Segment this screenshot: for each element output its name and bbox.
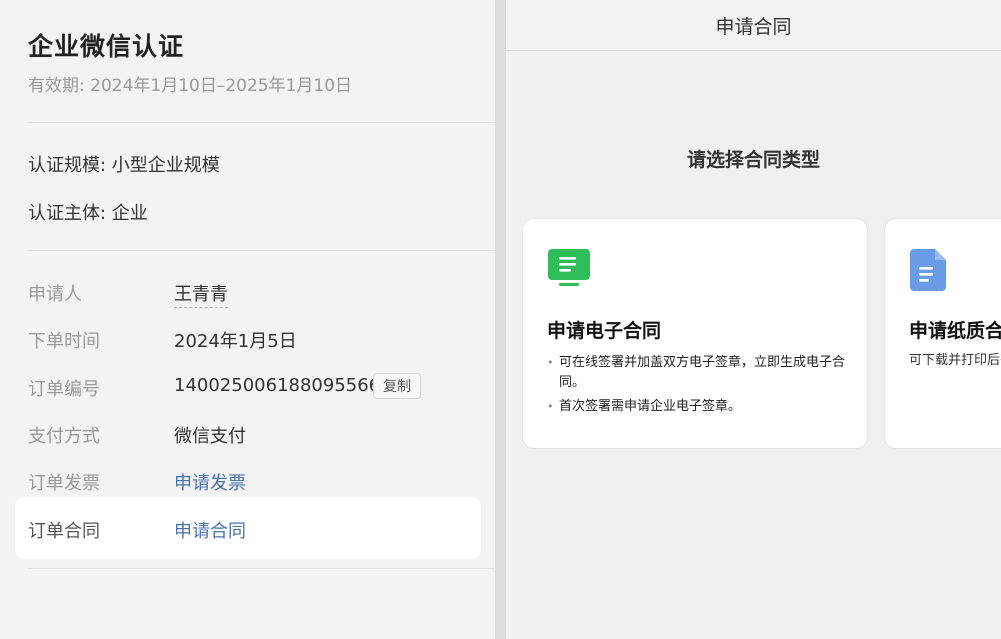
monitor-document-icon [547,248,591,292]
panel-title: 申请合同 [715,15,792,38]
panel-header: 申请合同 [506,0,1001,51]
order-detail-panel: 企业微信认证 有效期: 2024年1月10日–2025年1月10日 认证规模: … [0,0,495,639]
choose-contract-type-title: 请选择合同类型 [686,149,820,171]
bullet-item: 可在线签署并加盖双方电子签章，立即生成电子合同。 [547,353,847,393]
electronic-contract-title: 申请电子合同 [547,320,662,342]
contract-label: 订单合同 [28,521,100,542]
page-title: 企业微信认证 [28,32,185,61]
payment-method-label: 支付方式 [28,426,100,447]
paper-contract-desc: 可下载并打印后寄回。 [909,353,1001,368]
split-divider[interactable] [495,0,506,639]
applicant-value[interactable]: 王青青 [174,280,228,308]
divider [28,122,495,123]
validity-period: 有效期: 2024年1月10日–2025年1月10日 [28,76,353,96]
payment-method-value: 微信支付 [174,426,246,447]
apply-contract-link[interactable]: 申请合同 [174,517,246,543]
certification-subject: 认证主体: 企业 [28,203,148,224]
applicant-label: 申请人 [28,284,82,305]
applicant-name[interactable]: 王青青 [174,284,228,308]
certification-scale: 认证规模: 小型企业规模 [28,155,220,176]
divider [28,568,495,569]
document-icon [909,248,949,296]
order-number-label: 订单编号 [28,379,100,400]
paper-contract-card[interactable]: 申请纸质合同 可下载并打印后寄回。 [884,218,1001,449]
electronic-contract-bullets: 可在线签署并加盖双方电子签章，立即生成电子合同。 首次签署需申请企业电子签章。 [547,353,847,421]
order-time-value: 2024年1月5日 [174,331,297,352]
order-number-value: 140025006188095566 [174,375,381,396]
paper-contract-title: 申请纸质合同 [909,320,1001,342]
bullet-item: 首次签署需申请企业电子签章。 [547,397,847,417]
divider [28,250,495,251]
copy-button[interactable]: 复制 [373,373,421,399]
apply-invoice-link[interactable]: 申请发票 [174,469,246,495]
order-time-label: 下单时间 [28,331,100,352]
electronic-contract-card[interactable]: 申请电子合同 可在线签署并加盖双方电子签章，立即生成电子合同。 首次签署需申请企… [522,218,868,449]
apply-contract-panel: 申请合同 请选择合同类型 申请电子合同 可在线签署并加盖双方电子签章，立即生成电… [506,0,1001,639]
invoice-label: 订单发票 [28,473,100,494]
